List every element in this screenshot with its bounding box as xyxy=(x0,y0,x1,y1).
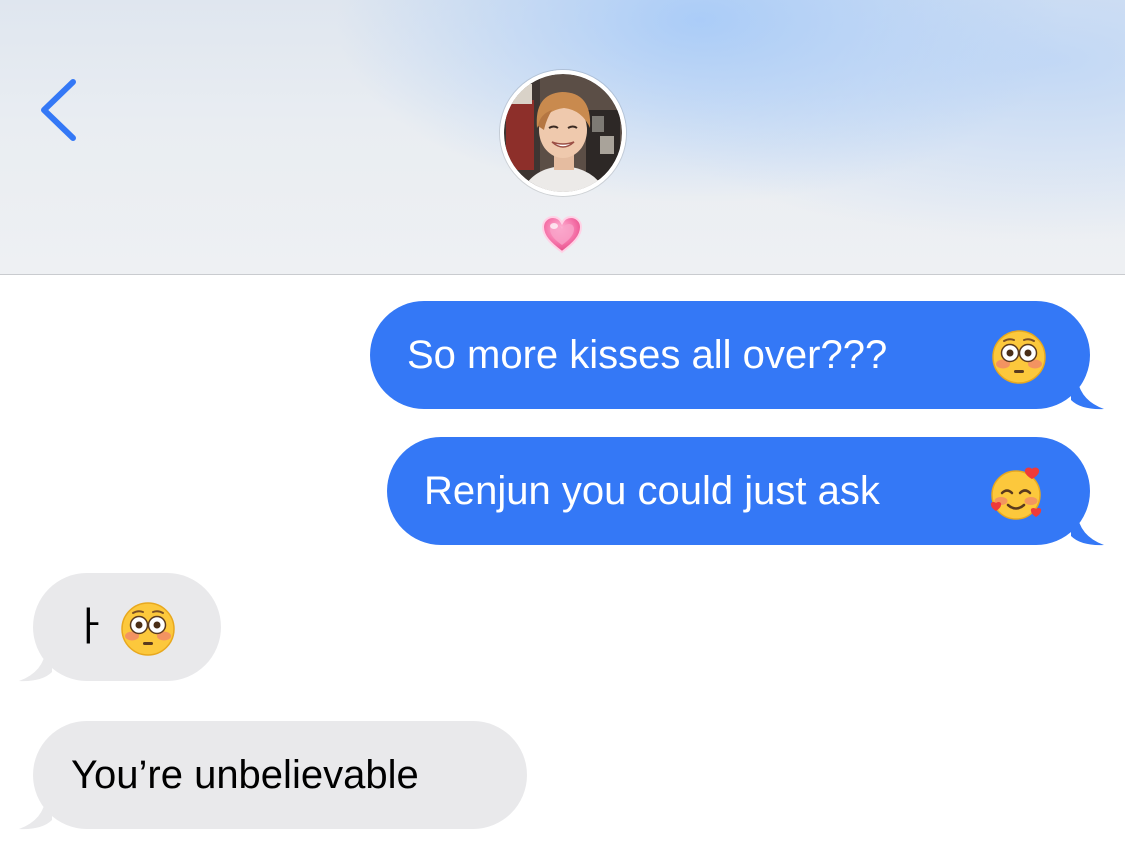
flushed-face-emoji-icon xyxy=(992,330,1046,384)
bubble-tail xyxy=(1071,376,1104,410)
message-text: ㅏ xyxy=(71,605,108,649)
back-button[interactable] xyxy=(30,74,90,144)
conversation-header: 💗 xyxy=(0,0,1125,275)
contact-avatar-photo xyxy=(500,70,626,196)
message-bubble-sent[interactable]: So more kisses all over??? xyxy=(370,301,1104,410)
message-bubble-received[interactable]: ㅏ xyxy=(19,573,221,682)
contact-avatar[interactable] xyxy=(500,70,626,196)
bubble-tail xyxy=(19,796,52,830)
message-text: So more kisses all over??? xyxy=(407,333,888,377)
smiling-face-with-hearts-emoji-icon xyxy=(990,467,1042,520)
bubble-tail xyxy=(1071,512,1104,546)
bubble-tail xyxy=(19,648,52,682)
chevron-left-icon xyxy=(41,79,76,141)
growing-heart-icon xyxy=(541,215,583,254)
message-text: You’re unbelievable xyxy=(71,753,419,797)
message-text: Renjun you could just ask xyxy=(424,469,880,513)
messages-screen: 💗 So more kisses all over??? Renjun you … xyxy=(0,0,1125,853)
message-bubble-received[interactable]: You’re unbelievable xyxy=(19,721,527,830)
contact-name-heart[interactable]: 💗 xyxy=(540,214,584,256)
message-bubble-sent[interactable]: Renjun you could just ask xyxy=(387,437,1104,546)
flushed-face-emoji-icon xyxy=(121,602,175,656)
